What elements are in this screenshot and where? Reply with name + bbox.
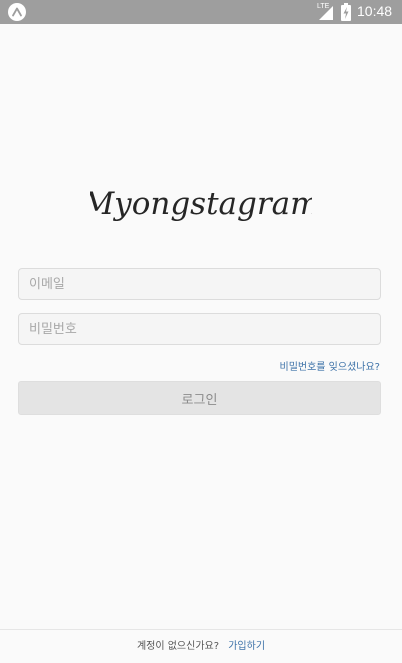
app-logo: Myongstagram [90,178,312,228]
email-field[interactable] [18,268,381,300]
signup-footer: 계정이 없으신가요? 가입하기 [0,629,402,662]
expo-caret-icon [8,3,26,21]
logo-text: Myongstagram [90,186,312,222]
password-field[interactable] [18,313,381,345]
status-time: 10:48 [357,3,393,19]
battery-charging-icon [341,3,351,21]
signup-link[interactable]: 가입하기 [228,641,265,652]
signal-icon [319,5,333,20]
forgot-password-link[interactable]: 비밀번호를 잊으셨나요? [280,358,381,373]
footer-text: 계정이 없으신가요? [136,641,220,652]
status-bar: LTE 10:48 [0,0,402,24]
login-button[interactable]: 로그인 [18,381,381,415]
